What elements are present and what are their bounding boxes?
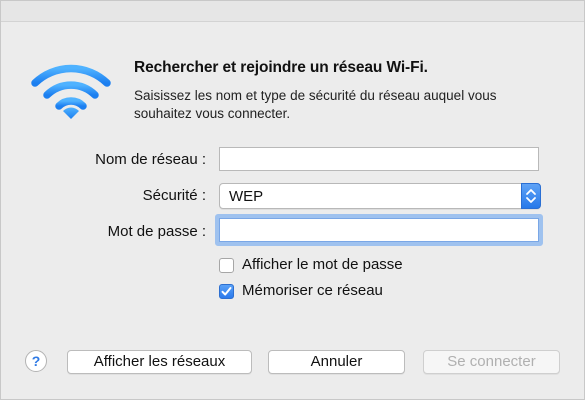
show-networks-button[interactable]: Afficher les réseaux (67, 350, 252, 374)
network-name-input[interactable] (219, 147, 539, 171)
join-wifi-dialog: Rechercher et rejoindre un réseau Wi-Fi.… (0, 0, 585, 400)
cancel-button[interactable]: Annuler (268, 350, 405, 374)
help-button[interactable]: ? (25, 350, 47, 372)
show-password-checkbox[interactable] (219, 258, 234, 273)
dialog-title: Rechercher et rejoindre un réseau Wi-Fi. (134, 59, 428, 76)
security-label: Sécurité : (142, 187, 206, 204)
password-input[interactable] (215, 214, 543, 246)
remember-network-label[interactable]: Mémoriser ce réseau (242, 282, 383, 299)
security-select-value: WEP (229, 188, 264, 205)
dialog-subtitle: Saisissez les nom et type de sécurité du… (134, 88, 497, 121)
password-label: Mot de passe : (107, 223, 206, 240)
updown-chevron-icon (521, 183, 541, 209)
checkmark-icon (221, 287, 232, 296)
show-password-label[interactable]: Afficher le mot de passe (242, 256, 403, 273)
connect-button[interactable]: Se connecter (423, 350, 560, 374)
network-name-label: Nom de réseau : (95, 151, 206, 168)
dialog-title-bar (1, 1, 584, 22)
wifi-icon (31, 64, 111, 119)
security-select[interactable]: WEP (219, 183, 541, 209)
remember-network-checkbox[interactable] (219, 284, 234, 299)
